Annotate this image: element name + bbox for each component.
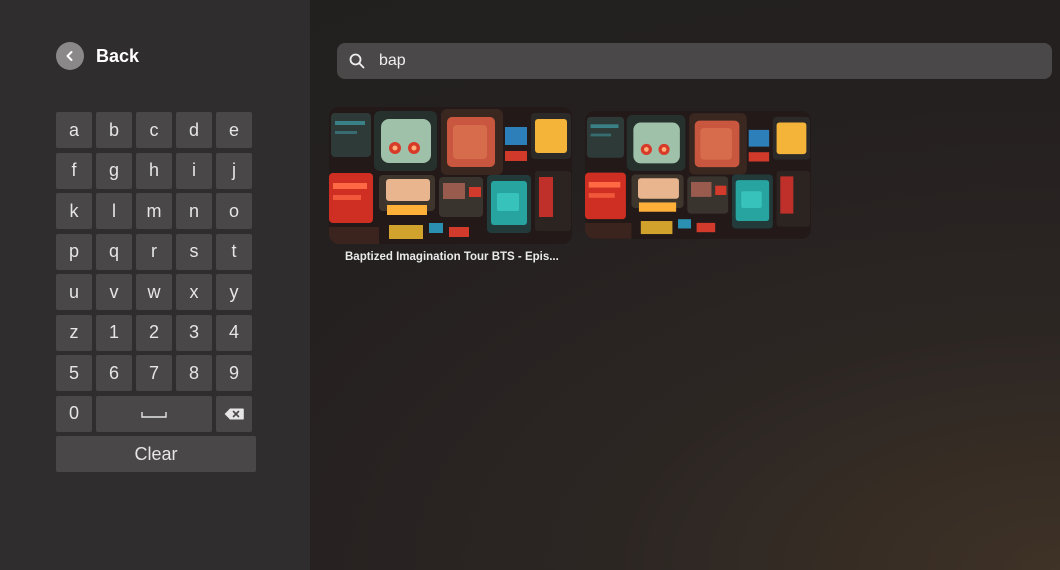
video-thumbnail: [585, 111, 811, 239]
key-l[interactable]: l: [96, 193, 132, 229]
key-f[interactable]: f: [56, 152, 92, 189]
back-label: Back: [96, 45, 140, 66]
result-card[interactable]: [585, 111, 811, 239]
key-v[interactable]: v: [96, 274, 132, 310]
key-8[interactable]: 8: [176, 355, 212, 391]
key-x[interactable]: x: [176, 274, 212, 310]
key-q[interactable]: q: [96, 233, 132, 270]
space-bar-icon: [141, 411, 167, 418]
key-1[interactable]: 1: [96, 314, 132, 351]
key-p[interactable]: p: [56, 233, 92, 270]
key-s[interactable]: s: [176, 233, 212, 270]
key-i[interactable]: i: [176, 152, 212, 189]
result-card[interactable]: Baptized Imagination Tour BTS - Epis...: [329, 107, 572, 263]
key-6[interactable]: 6: [96, 355, 132, 391]
back-button[interactable]: Back: [56, 42, 139, 70]
clear-button[interactable]: Clear: [56, 436, 256, 472]
key-k[interactable]: k: [56, 193, 92, 229]
key-4[interactable]: 4: [216, 314, 252, 351]
search-bar[interactable]: bap: [337, 43, 1052, 79]
key-t[interactable]: t: [216, 233, 252, 270]
key-7[interactable]: 7: [136, 355, 172, 391]
space-key[interactable]: [96, 395, 212, 432]
key-a[interactable]: a: [56, 112, 92, 148]
key-3[interactable]: 3: [176, 314, 212, 351]
search-icon: [349, 53, 365, 69]
key-0[interactable]: 0: [56, 395, 92, 432]
key-j[interactable]: j: [216, 152, 252, 189]
key-z[interactable]: z: [56, 314, 92, 351]
search-input[interactable]: bap: [379, 52, 979, 70]
key-o[interactable]: o: [216, 193, 252, 229]
key-e[interactable]: e: [216, 112, 252, 148]
key-5[interactable]: 5: [56, 355, 92, 391]
key-u[interactable]: u: [56, 274, 92, 310]
key-b[interactable]: b: [96, 112, 132, 148]
key-g[interactable]: g: [96, 152, 132, 189]
key-w[interactable]: w: [136, 274, 172, 310]
keyboard-panel: Back a b c d e f g h i j k l m n o p q r…: [0, 0, 310, 570]
video-thumbnail: [329, 107, 572, 244]
key-y[interactable]: y: [216, 274, 252, 310]
key-d[interactable]: d: [176, 112, 212, 148]
chevron-left-icon: [56, 42, 84, 70]
key-c[interactable]: c: [136, 112, 172, 148]
key-r[interactable]: r: [136, 233, 172, 270]
key-h[interactable]: h: [136, 152, 172, 189]
key-n[interactable]: n: [176, 193, 212, 229]
key-9[interactable]: 9: [216, 355, 252, 391]
backspace-key[interactable]: [216, 395, 252, 432]
backspace-icon: [224, 408, 244, 419]
result-title: Baptized Imagination Tour BTS - Epis...: [345, 251, 559, 263]
key-m[interactable]: m: [136, 193, 172, 229]
key-2[interactable]: 2: [136, 314, 172, 351]
on-screen-keyboard: a b c d e f g h i j k l m n o p q r s t …: [56, 112, 256, 432]
